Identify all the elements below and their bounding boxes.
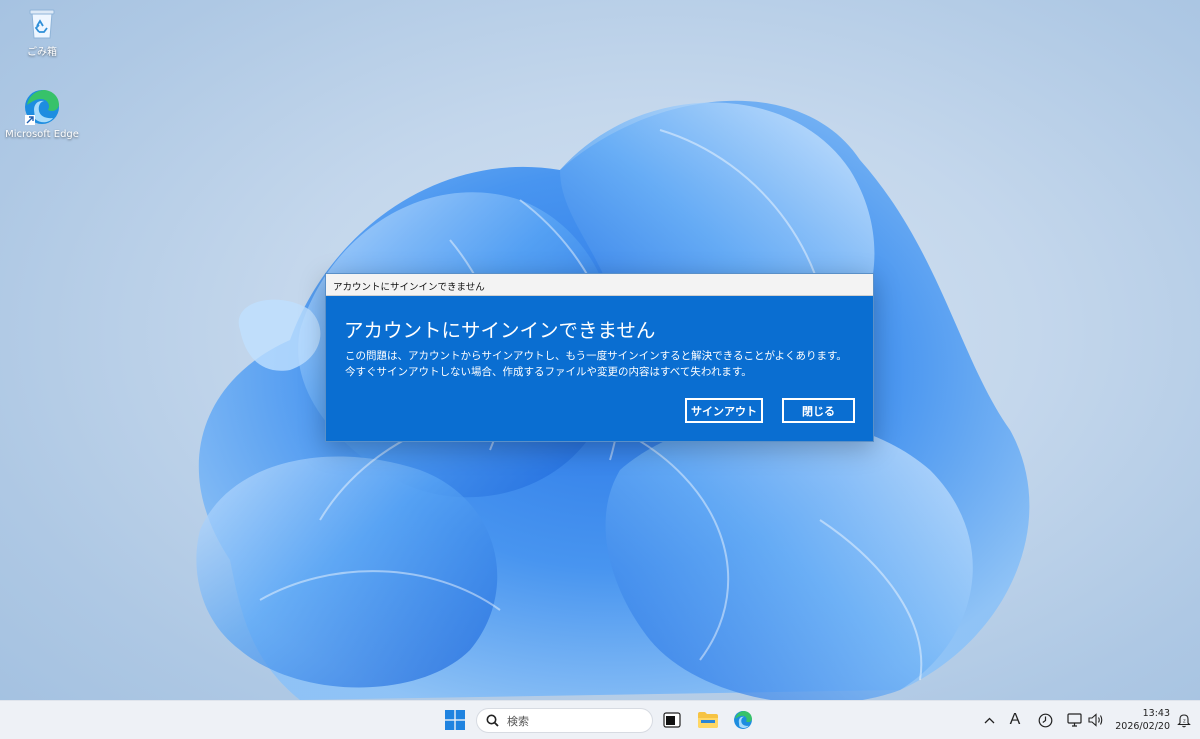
taskbar-clock[interactable]: 13:43 2026/02/20 (1108, 707, 1170, 733)
file-explorer-icon (698, 712, 718, 728)
clock-app-icon (1038, 713, 1052, 727)
dialog-message-line: 今すぐサインアウトしない場合、作成するファイルや変更の内容はすべて失われます。 (345, 366, 752, 378)
desktop-icon-recycle-bin[interactable]: ごみ箱 (2, 6, 82, 58)
edge-taskbar-button[interactable] (732, 709, 754, 731)
network-icon (1066, 713, 1082, 727)
start-button[interactable] (444, 709, 466, 731)
clock-date: 2026/02/20 (1115, 721, 1170, 732)
edge-icon (734, 711, 752, 729)
volume-button[interactable] (1087, 708, 1105, 732)
dialog-message-line: この問題は、アカウントからサインアウトし、もう一度サインインすると解決できること… (345, 350, 847, 362)
dialog-heading: アカウントにサインインできません (344, 319, 656, 342)
task-view-icon (663, 712, 681, 728)
svg-text:z: z (1183, 718, 1186, 724)
ime-indicator[interactable]: A (1005, 708, 1025, 732)
signout-button[interactable]: サインアウト (685, 398, 763, 423)
desktop-icon-label: ごみ箱 (27, 47, 57, 58)
show-hidden-icons-button[interactable] (981, 708, 997, 732)
dialog-title-bar: アカウントにサインインできません (326, 274, 873, 296)
search-icon (486, 714, 499, 727)
notification-icon: z (1177, 713, 1191, 727)
clock-app-button[interactable] (1035, 708, 1055, 732)
search-placeholder: 検索 (507, 714, 529, 728)
desktop-icon-label: Microsoft Edge (5, 129, 79, 140)
search-box[interactable]: 検索 (476, 708, 653, 733)
volume-icon (1088, 713, 1103, 727)
edge-icon (25, 90, 59, 125)
signin-error-dialog: アカウントにサインインできません アカウントにサインインできません この問題は、… (325, 273, 874, 442)
taskbar: 検索 A 13:43 2026/02/20 z (0, 700, 1200, 739)
close-button[interactable]: 閉じる (782, 398, 855, 423)
notification-button[interactable]: z (1175, 708, 1193, 732)
chevron-up-icon (984, 717, 994, 723)
clock-time: 13:43 (1142, 708, 1170, 719)
task-view-button[interactable] (661, 709, 683, 731)
network-button[interactable] (1065, 708, 1083, 732)
file-explorer-button[interactable] (696, 709, 720, 731)
recycle-bin-icon (29, 9, 55, 39)
windows-start-icon (445, 710, 465, 730)
desktop-icon-edge[interactable]: Microsoft Edge (2, 88, 82, 140)
